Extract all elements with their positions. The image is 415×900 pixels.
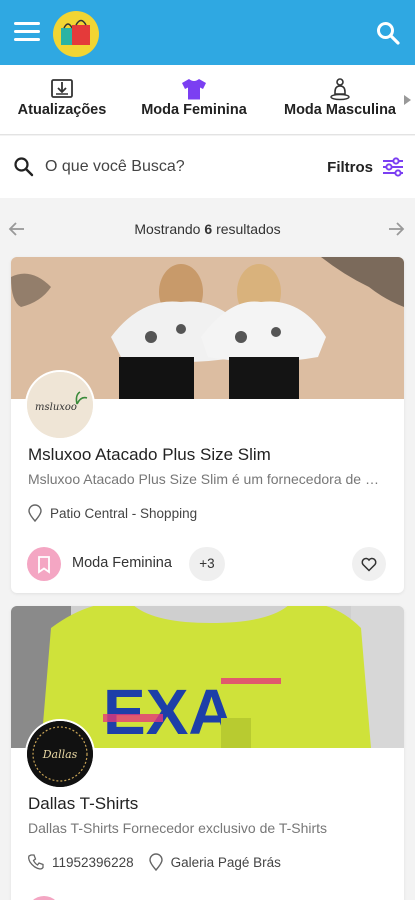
app-bar xyxy=(0,0,415,65)
results-bar: Mostrando 6 resultados xyxy=(0,212,415,246)
tab-moda-feminina[interactable]: Moda Feminina xyxy=(134,65,254,134)
location-pin-icon xyxy=(148,853,163,871)
store-contact-row: 11952396228 Galeria Pagé Brás xyxy=(27,852,281,872)
search-icon xyxy=(14,157,34,177)
store-location: Patio Central - Shopping xyxy=(50,505,198,521)
location-pin-icon xyxy=(28,504,42,522)
tab-moda-masculina[interactable]: Moda Masculina xyxy=(278,65,402,134)
svg-text:EXA: EXA xyxy=(103,676,235,748)
svg-text:Dallas: Dallas xyxy=(42,748,78,761)
category-badge xyxy=(27,547,61,581)
store-description: Msluxoo Atacado Plus Size Slim é um forn… xyxy=(28,471,388,487)
tab-label: Moda Feminina xyxy=(141,102,247,118)
svg-text:msluxoo: msluxoo xyxy=(35,402,77,413)
store-location-row: Patio Central - Shopping xyxy=(27,503,197,523)
filters-label: Filtros xyxy=(327,158,373,176)
sliders-icon xyxy=(383,157,403,177)
category-badge xyxy=(27,896,61,900)
filters-button[interactable]: Filtros xyxy=(327,154,405,180)
search-input[interactable] xyxy=(45,154,305,180)
scroll-right-icon[interactable] xyxy=(404,95,411,105)
tab-atualizacoes[interactable]: Atualizações xyxy=(8,65,116,134)
search-bar: Filtros xyxy=(0,136,415,198)
store-card[interactable]: EXA Dallas Dallas T-Shirts Dallas T-Shir… xyxy=(11,606,404,900)
favorite-button[interactable] xyxy=(352,547,386,581)
store-name[interactable]: Msluxoo Atacado Plus Size Slim xyxy=(28,445,271,465)
store-location: Galeria Pagé Brás xyxy=(170,854,281,870)
tshirt-icon xyxy=(182,79,206,100)
store-description: Dallas T-Shirts Fornecedor exclusivo de … xyxy=(28,820,328,836)
search-icon[interactable] xyxy=(375,20,401,46)
category-label: Moda Feminina xyxy=(72,555,172,571)
store-logo: msluxoo xyxy=(27,372,93,438)
more-categories-badge[interactable]: +3 xyxy=(189,547,225,581)
phone-icon xyxy=(28,854,44,870)
hamburger-menu-icon[interactable] xyxy=(14,22,40,44)
person-icon xyxy=(330,78,350,101)
tab-label: Atualizações xyxy=(17,102,107,118)
results-count: Mostrando 6 resultados xyxy=(134,221,281,237)
store-name[interactable]: Dallas T-Shirts xyxy=(28,794,138,814)
store-logo: Dallas xyxy=(27,721,93,787)
category-tabs: Atualizações Moda Feminina Moda Masculin… xyxy=(0,65,415,135)
bookmark-icon xyxy=(38,556,50,574)
store-phone[interactable]: 11952396228 xyxy=(52,855,134,870)
store-card[interactable]: msluxoo Msluxoo Atacado Plus Size Slim M… xyxy=(11,257,404,593)
shopping-bags-logo[interactable] xyxy=(53,11,99,57)
tab-label: Moda Masculina xyxy=(284,102,396,118)
arrow-right-icon[interactable] xyxy=(387,220,405,238)
heart-icon xyxy=(361,557,377,572)
update-download-icon xyxy=(51,79,73,98)
